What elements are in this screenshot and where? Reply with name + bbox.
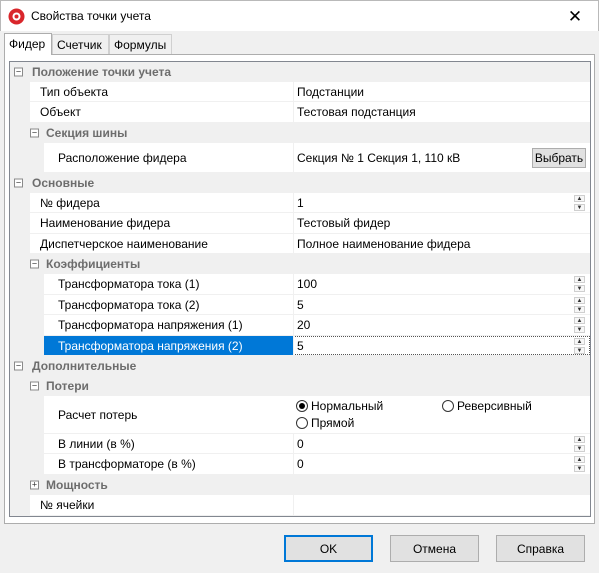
- property-label: Трансформатора напряжения (2): [44, 336, 293, 355]
- pick-button[interactable]: Выбрать: [532, 147, 586, 168]
- property-row[interactable]: В линии (в %) 0 ▲ ▼: [10, 434, 590, 454]
- collapse-icon[interactable]: −: [30, 128, 39, 137]
- number-spinner[interactable]: ▲ ▼: [574, 435, 585, 452]
- radio-reverse[interactable]: Реверсивный: [442, 399, 532, 413]
- property-row[interactable]: Тип объекта Подстанции: [10, 82, 590, 102]
- property-label: В линии (в %): [58, 436, 135, 451]
- property-label: Наименование фидера: [40, 216, 171, 230]
- expand-icon[interactable]: +: [30, 480, 39, 489]
- property-value[interactable]: 5: [293, 336, 590, 355]
- property-row[interactable]: Трансформатора напряжения (1) 20 ▲ ▼: [10, 315, 590, 336]
- number-spinner[interactable]: ▲ ▼: [574, 456, 585, 472]
- property-value: 1: [293, 193, 590, 212]
- collapse-icon[interactable]: −: [14, 178, 23, 187]
- cancel-button[interactable]: Отмена: [390, 535, 479, 562]
- property-label: Диспетчерское наименование: [40, 236, 208, 251]
- app-icon: [8, 8, 25, 25]
- property-row[interactable]: Расчет потерь Нормальный Реверсивный Пря…: [10, 396, 590, 434]
- ok-button[interactable]: OK: [284, 535, 373, 562]
- number-spinner[interactable]: ▲ ▼: [574, 317, 585, 333]
- property-row[interactable]: № фидера 1 ▲ ▼: [10, 193, 590, 213]
- property-row[interactable]: Диспетчерское наименование Полное наимен…: [10, 234, 590, 254]
- category-losses[interactable]: − Потери: [10, 376, 590, 396]
- property-value: 5: [293, 295, 590, 314]
- property-row[interactable]: Трансформатора тока (2) 5 ▲ ▼: [10, 295, 590, 315]
- collapse-icon[interactable]: −: [30, 381, 39, 390]
- radio-direct[interactable]: Прямой: [296, 416, 354, 430]
- radio-dot: [296, 400, 308, 412]
- property-label: Расчет потерь: [58, 407, 138, 422]
- radio-normal[interactable]: Нормальный: [296, 399, 383, 413]
- collapse-icon[interactable]: −: [30, 259, 39, 268]
- tab-formulas[interactable]: Формулы: [109, 34, 172, 55]
- property-value: 0: [293, 454, 590, 474]
- property-value: Тестовый фидер: [293, 213, 590, 233]
- category-coefficients[interactable]: − Коэффициенты: [10, 254, 590, 274]
- property-label: № ячейки: [40, 498, 95, 512]
- property-grid: − Положение точки учета Тип объекта Подс…: [9, 61, 591, 517]
- property-label: Объект: [40, 105, 81, 119]
- property-label: Трансформатора тока (1): [58, 277, 200, 291]
- property-value: 100: [293, 274, 590, 294]
- property-label: Расположение фидера: [58, 150, 187, 165]
- tab-feeder[interactable]: Фидер: [4, 33, 52, 55]
- property-row[interactable]: Расположение фидера Секция № 1 Секция 1,…: [10, 143, 590, 173]
- category-location[interactable]: − Положение точки учета: [10, 62, 590, 82]
- category-power[interactable]: + Мощность: [10, 475, 590, 495]
- property-row[interactable]: В трансформаторе (в %) 0 ▲ ▼: [10, 454, 590, 475]
- property-label: В трансформаторе (в %): [58, 457, 196, 471]
- property-value: Полное наименование фидера: [293, 234, 590, 253]
- number-spinner[interactable]: ▲ ▼: [574, 296, 585, 313]
- property-label: Трансформатора тока (2): [58, 297, 200, 312]
- number-spinner[interactable]: ▲ ▼: [574, 337, 585, 354]
- radio-dot: [442, 400, 454, 412]
- property-value: Тестовая подстанция: [293, 102, 590, 122]
- property-row[interactable]: Наименование фидера Тестовый фидер: [10, 213, 590, 234]
- property-label: Тип объекта: [40, 84, 109, 99]
- category-bus-section[interactable]: − Секция шины: [10, 123, 590, 143]
- property-label: Трансформатора напряжения (1): [58, 318, 243, 332]
- property-value: Подстанции: [293, 82, 590, 101]
- property-value: 0: [293, 434, 590, 453]
- number-spinner[interactable]: ▲ ▼: [574, 276, 585, 292]
- tab-content: − Положение точки учета Тип объекта Подс…: [4, 54, 595, 524]
- help-button[interactable]: Справка: [496, 535, 585, 562]
- window-title: Свойства точки учета: [31, 9, 151, 23]
- radio-dot: [296, 417, 308, 429]
- property-row[interactable]: Объект Тестовая подстанция: [10, 102, 590, 123]
- close-button[interactable]: ✕: [552, 1, 598, 32]
- property-row[interactable]: Трансформатора тока (1) 100 ▲ ▼: [10, 274, 590, 295]
- collapse-icon[interactable]: −: [14, 67, 23, 76]
- number-spinner[interactable]: ▲ ▼: [574, 194, 585, 211]
- property-value: [293, 495, 590, 515]
- category-additional[interactable]: − Дополнительные: [10, 356, 590, 376]
- property-label: № фидера: [40, 195, 100, 210]
- property-row-selected[interactable]: Трансформатора напряжения (2) 5 ▲ ▼: [10, 336, 590, 356]
- tab-meter[interactable]: Счетчик: [52, 34, 109, 55]
- property-row-partial: Н Т: [10, 516, 590, 517]
- property-row[interactable]: № ячейки: [10, 495, 590, 516]
- category-main[interactable]: − Основные: [10, 173, 590, 193]
- title-bar: Свойства точки учета ✕: [0, 0, 599, 31]
- collapse-icon[interactable]: −: [14, 361, 23, 370]
- property-value: 20: [293, 315, 590, 335]
- close-icon: ✕: [567, 6, 583, 26]
